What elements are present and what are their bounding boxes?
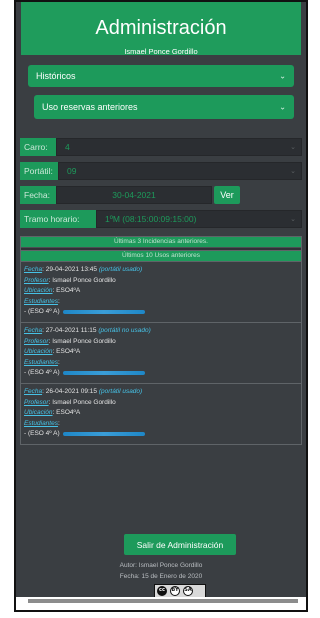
uso-estado: (portátil usado) — [98, 387, 143, 395]
uso-ubicacion: ESO4ºA — [56, 287, 81, 295]
uso-profesor: Ismael Ponce Gordillo — [52, 398, 116, 406]
uso-estado: (portátil usado) — [98, 266, 143, 273]
fecha-value: 30-04-2021 — [112, 190, 156, 200]
uso-item: Fecha: 26-04-2021 09:15 (portátil usado)… — [21, 382, 301, 444]
exit-admin-button[interactable]: Salir de Administración — [124, 534, 236, 555]
uso-ubicacion: ESO4ºA — [56, 348, 81, 356]
chevron-down-icon: ⌄ — [290, 168, 296, 175]
uso-estudiante: - (ESO 4º A) — [24, 369, 60, 377]
fecha-input[interactable]: 30-04-2021 — [56, 186, 212, 204]
portatil-select[interactable]: 09 ⌄ — [58, 162, 302, 180]
ubicacion-key: Ubicación — [24, 348, 53, 356]
chevron-down-icon: ⌄ — [279, 71, 286, 81]
profesor-key: Profesor — [24, 398, 49, 406]
uso-ubicacion: ESO4ºA — [56, 409, 81, 417]
historicos-label: Históricos — [36, 71, 76, 81]
chevron-down-icon: ⌄ — [290, 144, 296, 151]
uso-estudiante: - (ESO 4º A) — [24, 430, 60, 438]
creative-commons-icon[interactable]: cc BY SA — [154, 584, 206, 597]
carro-label: Carro: — [20, 138, 56, 156]
tramo-select[interactable]: 1ºM (08:15:00:09:15:00) ⌄ — [96, 210, 302, 228]
app-frame: Administración Ismael Ponce Gordillo His… — [14, 0, 308, 612]
uso-item: Fecha: 27-04-2021 11:15 (portátil no usa… — [21, 321, 301, 383]
fecha-key: Fecha — [24, 387, 43, 395]
tramo-row: Tramo horario: 1ºM (08:15:00:09:15:00) ⌄ — [20, 210, 302, 228]
uso-profesor: Ismael Ponce Gordillo — [52, 276, 116, 284]
fecha-key: Fecha — [24, 326, 43, 334]
footer-fecha: Fecha: 15 de Enero de 2020 — [119, 573, 203, 580]
profesor-key: Profesor — [24, 337, 49, 345]
uso-fecha: 27-04-2021 11:15 — [45, 326, 97, 334]
usos-title: Últimos 10 Usos anteriores — [21, 251, 301, 261]
cc-icon: cc — [157, 586, 167, 596]
page-title: Administración — [95, 17, 227, 39]
by-icon: BY — [170, 586, 180, 596]
header: Administración Ismael Ponce Gordillo — [21, 2, 301, 56]
sa-icon: SA — [183, 586, 193, 596]
uso-fecha: 29-04-2021 13:45 — [45, 266, 98, 273]
chevron-down-icon: ⌄ — [279, 102, 286, 112]
ubicacion-key: Ubicación — [24, 287, 53, 295]
uso-reservas-label: Uso reservas anteriores — [42, 102, 138, 112]
uso-item: Fecha: 29-04-2021 13:45 (portátil usado)… — [21, 261, 301, 322]
redacted-name — [62, 431, 145, 436]
admin-panel: Administración Ismael Ponce Gordillo His… — [16, 2, 306, 597]
footer-autor: Autor: Ismael Ponce Gordillo — [119, 562, 203, 569]
fecha-row: Fecha: 30-04-2021 Ver — [20, 186, 302, 204]
uso-estudiante: - (ESO 4º A) — [24, 308, 60, 316]
uso-reservas-dropdown[interactable]: Uso reservas anteriores ⌄ — [34, 95, 294, 119]
chevron-down-icon: ⌄ — [290, 216, 296, 223]
ver-button[interactable]: Ver — [214, 186, 240, 204]
user-name: Ismael Ponce Gordillo — [124, 47, 198, 56]
fecha-spacer — [240, 186, 302, 204]
tramo-label: Tramo horario: — [20, 210, 96, 228]
carro-value: 4 — [65, 142, 70, 152]
incidencias-title: Últimas 3 Incidencias anteriores. — [21, 237, 301, 247]
redacted-name — [62, 309, 145, 314]
profesor-key: Profesor — [24, 276, 49, 284]
estudiantes-key: Estudiantes — [24, 297, 58, 305]
portatil-label: Portátil: — [20, 162, 58, 180]
redacted-name — [62, 370, 145, 375]
bottom-strip — [28, 599, 298, 603]
uso-profesor: Ismael Ponce Gordillo — [52, 337, 116, 345]
historicos-dropdown[interactable]: Históricos ⌄ — [28, 65, 294, 87]
estudiantes-key: Estudiantes — [24, 419, 58, 427]
uso-fecha: 26-04-2021 09:15 — [45, 387, 98, 395]
carro-select[interactable]: 4 ⌄ — [56, 138, 302, 156]
portatil-value: 09 — [67, 166, 77, 176]
estudiantes-key: Estudiantes — [24, 358, 58, 366]
fecha-label: Fecha: — [20, 186, 56, 204]
uso-estado: (portátil no usado) — [98, 326, 151, 334]
portatil-row: Portátil: 09 ⌄ — [20, 162, 302, 180]
usos-panel: Últimos 10 Usos anteriores Fecha: 29-04-… — [20, 250, 302, 445]
carro-row: Carro: 4 ⌄ — [20, 138, 302, 156]
fecha-key: Fecha — [24, 266, 43, 273]
ubicacion-key: Ubicación — [24, 409, 53, 417]
tramo-value: 1ºM (08:15:00:09:15:00) — [105, 214, 197, 224]
